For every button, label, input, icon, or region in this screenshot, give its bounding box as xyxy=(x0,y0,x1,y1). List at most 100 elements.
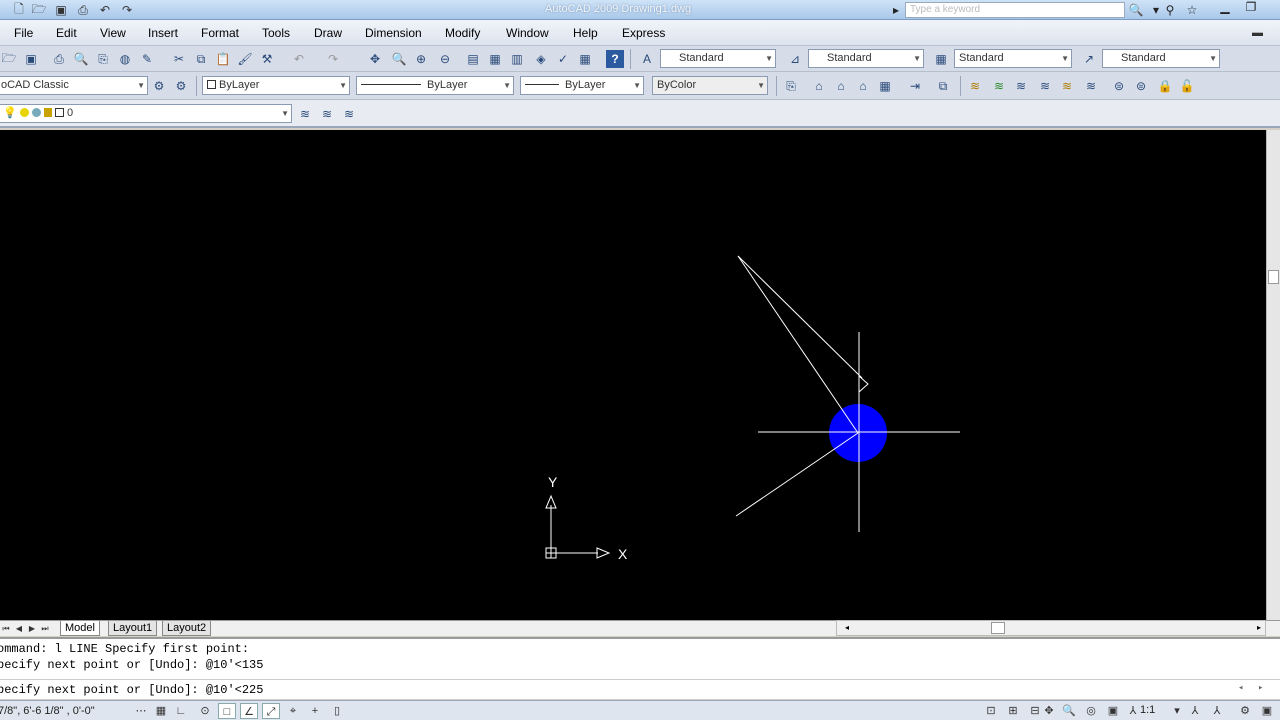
zoom-realtime-icon[interactable]: 🔍 xyxy=(390,50,408,68)
search-icon[interactable]: 🔍 xyxy=(1126,1,1146,19)
plot-icon[interactable]: ⎙ xyxy=(50,50,68,68)
layout-icon[interactable]: ⊞ xyxy=(1004,703,1022,719)
menu-window[interactable]: Window xyxy=(506,26,549,40)
restore-icon[interactable]: ❐ xyxy=(1240,0,1262,16)
menu-format[interactable]: Format xyxy=(201,26,239,40)
polar-tracking-icon[interactable]: ⊙ xyxy=(196,703,214,719)
menu-insert[interactable]: Insert xyxy=(148,26,178,40)
scroll-left-icon[interactable]: ◂ xyxy=(845,621,849,635)
plot-preview-icon[interactable]: 🔍 xyxy=(72,50,90,68)
attach-xref-icon[interactable]: ⌂ xyxy=(810,77,828,95)
save-icon[interactable]: ▣ xyxy=(22,50,40,68)
menu-modify[interactable]: Modify xyxy=(445,26,480,40)
layer-unlock-icon[interactable]: 🔓 xyxy=(1178,77,1196,95)
search-input[interactable]: Type a keyword xyxy=(905,2,1125,18)
quick-properties-icon[interactable]: ▯ xyxy=(328,703,346,719)
attach-dwf-icon[interactable]: ⌂ xyxy=(832,77,850,95)
insert-block-icon[interactable]: ⎘ xyxy=(782,77,800,95)
layer-properties-icon[interactable]: ≋ xyxy=(318,105,336,123)
quickcalc-icon[interactable]: ▦ xyxy=(576,50,594,68)
tool-palettes-icon[interactable]: ▥ xyxy=(508,50,526,68)
sheet-set-icon[interactable]: ◈ xyxy=(532,50,550,68)
menu-edit[interactable]: Edit xyxy=(56,26,77,40)
layer-lock-icon[interactable]: 🔒 xyxy=(1156,77,1174,95)
horizontal-scroll-thumb[interactable] xyxy=(991,622,1005,634)
color-combo[interactable]: ByLayer ▼ xyxy=(202,76,350,95)
layer-unisolate-icon[interactable]: ≋ xyxy=(1058,77,1076,95)
markup-set-icon[interactable]: ✓ xyxy=(554,50,572,68)
menu-help[interactable]: Help xyxy=(573,26,598,40)
zoom-window-icon[interactable]: ⊕ xyxy=(412,50,430,68)
make-current-layer-icon[interactable]: ≋ xyxy=(296,105,314,123)
pan-icon[interactable]: ✥ xyxy=(1040,703,1058,719)
layer-states-icon[interactable]: ≋ xyxy=(340,105,358,123)
last-tab-icon[interactable]: ⏭ xyxy=(40,622,50,635)
properties-icon[interactable]: ▤ xyxy=(464,50,482,68)
tab-model[interactable]: Model xyxy=(60,621,100,636)
block-editor-icon[interactable]: ⚒ xyxy=(258,50,276,68)
menu-file[interactable]: File xyxy=(14,26,33,40)
mleader-style-icon[interactable]: ↗ xyxy=(1080,50,1098,68)
command-line[interactable]: ommand: l LINE Specify first point: peci… xyxy=(0,637,1280,699)
etransmit-icon[interactable]: ✎ xyxy=(138,50,156,68)
horizontal-scrollbar[interactable]: ◂ ▸ xyxy=(836,620,1266,636)
open-icon[interactable]: 🗁 xyxy=(0,50,18,68)
cut-icon[interactable]: ✂ xyxy=(170,50,188,68)
dynamic-ucs-icon[interactable]: ⤢ xyxy=(262,703,280,719)
linetype-combo[interactable]: ByLayer ▼ xyxy=(356,76,514,95)
steering-wheel-icon[interactable]: ◎ xyxy=(1082,703,1100,719)
publish-icon[interactable]: ⎘ xyxy=(94,50,112,68)
zoom-previous-icon[interactable]: ⊖ xyxy=(436,50,454,68)
menu-draw[interactable]: Draw xyxy=(314,26,342,40)
lineweight-combo[interactable]: ByLayer ▼ xyxy=(520,76,644,95)
scroll-left-icon[interactable]: ◂ xyxy=(1238,683,1243,693)
scroll-right-icon[interactable]: ▸ xyxy=(1258,683,1263,693)
layer-on-icon[interactable]: ⊜ xyxy=(1132,77,1150,95)
paste-icon[interactable]: 📋 xyxy=(214,50,232,68)
layer-combo[interactable]: 💡 0 ▼ xyxy=(0,104,292,123)
tab-layout2[interactable]: Layout2 xyxy=(162,621,212,636)
layer-match-icon[interactable]: ≋ xyxy=(990,77,1008,95)
match-properties-icon[interactable]: 🖌 xyxy=(236,50,254,68)
copy-icon[interactable]: ⧉ xyxy=(192,50,210,68)
plotstyle-combo[interactable]: ByColor ▼ xyxy=(652,76,768,95)
dim-style-combo[interactable]: Standard ▼ xyxy=(808,49,924,68)
menu-express[interactable]: Express xyxy=(622,26,665,40)
vertical-scroll-thumb[interactable] xyxy=(1268,270,1279,284)
object-snap-icon[interactable]: □ xyxy=(218,703,236,719)
command-prompt-line[interactable]: pecify next point or [Undo]: @10'<225 xyxy=(0,683,263,697)
snap-mode-icon[interactable]: ⋯ xyxy=(132,703,150,719)
grid-display-icon[interactable]: ▦ xyxy=(152,703,170,719)
print-icon[interactable]: ⎙ xyxy=(74,2,92,18)
import-icon[interactable]: ⇥ xyxy=(906,77,924,95)
redo-icon[interactable]: ↷ xyxy=(324,50,342,68)
pan-icon[interactable]: ✥ xyxy=(366,50,384,68)
ortho-mode-icon[interactable]: ∟ xyxy=(172,703,190,719)
new-file-icon[interactable]: 🗋 xyxy=(10,2,28,18)
object-snap-tracking-icon[interactable]: ∠ xyxy=(240,703,258,719)
chevron-down-icon[interactable]: ▾ xyxy=(1168,703,1186,719)
workspace-switching-icon[interactable]: ⚙ xyxy=(1236,703,1254,719)
menu-dimension[interactable]: Dimension xyxy=(365,26,422,40)
annotation-scale[interactable]: 1:1 xyxy=(1140,704,1155,716)
menu-tools[interactable]: Tools xyxy=(262,26,290,40)
gear-icon[interactable]: ⚙ xyxy=(172,77,190,95)
annotation-visibility-icon[interactable]: ⅄ xyxy=(1186,703,1204,719)
next-tab-icon[interactable]: ▶ xyxy=(27,622,37,635)
vertical-scrollbar[interactable] xyxy=(1266,130,1280,620)
help-icon[interactable]: ? xyxy=(606,50,624,68)
text-style-icon[interactable]: A xyxy=(638,50,656,68)
coordinate-readout[interactable]: 7/8", 6'-6 1/8" , 0'-0" xyxy=(0,705,95,717)
workspace-settings-icon[interactable]: ⚙ xyxy=(150,77,168,95)
minimize-icon[interactable]: ▁ xyxy=(1214,0,1236,16)
table-style-combo[interactable]: Standard ▼ xyxy=(954,49,1072,68)
layer-off-icon[interactable]: ⊜ xyxy=(1110,77,1128,95)
undo-icon[interactable]: ↶ xyxy=(290,50,308,68)
table-style-icon[interactable]: ▦ xyxy=(932,50,950,68)
favorites-star-icon[interactable]: ☆ xyxy=(1182,1,1202,19)
workspace-combo[interactable]: oCAD Classic ▼ xyxy=(0,76,148,95)
text-style-combo[interactable]: Standard ▼ xyxy=(660,49,776,68)
scroll-right-icon[interactable]: ▸ xyxy=(1257,621,1261,635)
doc-minimize-icon[interactable]: ▬ xyxy=(1252,27,1263,39)
dim-style-icon[interactable]: ⊿ xyxy=(786,50,804,68)
